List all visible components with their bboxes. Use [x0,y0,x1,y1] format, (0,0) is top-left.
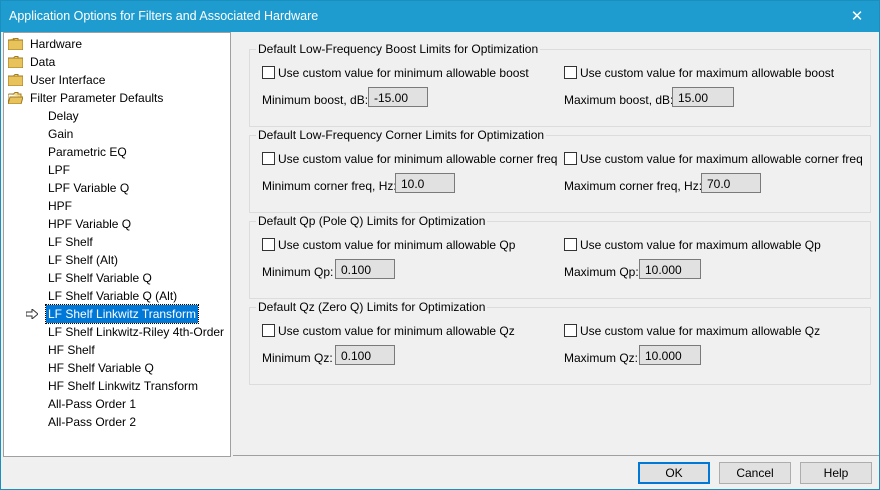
checkbox-label: Use custom value for minimum allowable Q… [278,324,515,338]
tree-folder-label: Data [30,55,56,69]
tree-folder-data[interactable]: Data [8,53,208,71]
min-boost-checkbox[interactable]: Use custom value for minimum allowable b… [262,66,529,80]
qz-limits-group: Default Qz (Zero Q) Limits for Optimizat… [249,300,871,385]
tree-folder-filter-parameter-defaults[interactable]: Filter Parameter Defaults [8,89,218,107]
checkbox-box[interactable] [564,324,577,337]
options-dialog: Application Options for Filters and Asso… [0,0,880,490]
max-qz-checkbox[interactable]: Use custom value for maximum allowable Q… [564,324,820,338]
tree-folder-label: User Interface [30,73,106,87]
tree-item-label: HPF [48,199,72,213]
checkbox-label: Use custom value for minimum allowable c… [278,152,558,166]
group-title: Default Qp (Pole Q) Limits for Optimizat… [256,214,488,228]
checkbox-box[interactable] [262,238,275,251]
tree-folder-user-interface[interactable]: User Interface [8,71,208,89]
folder-icon [8,74,23,86]
max-boost-label: Maximum boost, dB: [564,93,674,107]
max-corner-field[interactable]: 70.0 [701,173,761,193]
min-boost-label: Minimum boost, dB: [262,93,369,107]
tree-item-label: LPF Variable Q [48,181,130,195]
min-qp-checkbox[interactable]: Use custom value for minimum allowable Q… [262,238,515,252]
tree-item-label: HF Shelf Linkwitz Transform [48,379,199,393]
min-qz-field[interactable]: 0.100 [335,345,395,365]
min-qz-label: Minimum Qz: [262,351,333,365]
checkbox-box[interactable] [262,324,275,337]
group-title: Default Qz (Zero Q) Limits for Optimizat… [256,300,488,314]
min-boost-field[interactable]: -15.00 [368,87,428,107]
qp-limits-group: Default Qp (Pole Q) Limits for Optimizat… [249,214,871,299]
tree-folder-label: Hardware [30,37,83,51]
max-boost-field[interactable]: 15.00 [672,87,734,107]
group-title: Default Low-Frequency Boost Limits for O… [256,42,541,56]
tree-item-label: LF Shelf Variable Q [48,271,152,285]
tree-item-label: LF Shelf Linkwitz Transform [44,304,200,324]
tree-item-label: Gain [48,127,74,141]
window-title: Application Options for Filters and Asso… [9,9,319,23]
footer-divider [233,455,879,456]
current-item-arrow-icon [26,309,38,319]
checkbox-box[interactable] [564,66,577,79]
cancel-button[interactable]: Cancel [719,462,791,484]
checkbox-box[interactable] [262,66,275,79]
min-qz-checkbox[interactable]: Use custom value for minimum allowable Q… [262,324,515,338]
max-qp-label: Maximum Qp: [564,265,639,279]
max-boost-checkbox[interactable]: Use custom value for maximum allowable b… [564,66,834,80]
checkbox-box[interactable] [564,238,577,251]
tree-item-label: LF Shelf (Alt) [48,253,119,267]
folder-icon [8,38,23,50]
tree-item-label: LF Shelf [48,235,93,249]
tree-folder-label: Filter Parameter Defaults [30,91,164,105]
max-corner-checkbox[interactable]: Use custom value for maximum allowable c… [564,152,863,166]
checkbox-label: Use custom value for maximum allowable b… [580,66,835,80]
checkbox-box[interactable] [564,152,577,165]
open-folder-icon [8,92,23,104]
min-corner-label: Minimum corner freq, Hz: [262,179,397,193]
close-icon[interactable]: ✕ [835,1,879,32]
tree-item-label: Parametric EQ [48,145,127,159]
boost-limits-group: Default Low-Frequency Boost Limits for O… [249,42,871,127]
title-bar[interactable]: Application Options for Filters and Asso… [1,1,879,32]
max-qz-field[interactable]: 10.000 [639,345,701,365]
tree-item-label: Delay [48,109,79,123]
tree-item-label: LF Shelf Linkwitz-Riley 4th-Order [48,325,225,339]
corner-limits-group: Default Low-Frequency Corner Limits for … [249,128,871,213]
min-qp-field[interactable]: 0.100 [335,259,395,279]
min-qp-label: Minimum Qp: [262,265,334,279]
min-corner-checkbox[interactable]: Use custom value for minimum allowable c… [262,152,557,166]
max-qp-field[interactable]: 10.000 [639,259,701,279]
max-qz-label: Maximum Qz: [564,351,639,365]
checkbox-label: Use custom value for maximum allowable Q… [580,324,821,338]
options-tree[interactable]: Hardware Data User Interface Filter Para… [3,32,231,457]
max-corner-label: Maximum corner freq, Hz: [564,179,703,193]
tree-folder-hardware[interactable]: Hardware [8,35,208,53]
tree-item-label: HF Shelf [48,343,95,357]
max-qp-checkbox[interactable]: Use custom value for maximum allowable Q… [564,238,821,252]
checkbox-label: Use custom value for minimum allowable Q… [278,238,516,252]
tree-item-label: HPF Variable Q [48,217,132,231]
min-corner-field[interactable]: 10.0 [395,173,455,193]
folder-icon [8,56,23,68]
tree-item-label: All-Pass Order 2 [48,415,137,429]
settings-panel: Default Low-Frequency Boost Limits for O… [233,32,879,455]
help-button[interactable]: Help [800,462,872,484]
checkbox-label: Use custom value for maximum allowable c… [580,152,863,166]
tree-item-label: All-Pass Order 1 [48,397,137,411]
group-title: Default Low-Frequency Corner Limits for … [256,128,547,142]
tree-item-label: LF Shelf Variable Q (Alt) [48,289,178,303]
checkbox-label: Use custom value for maximum allowable Q… [580,238,821,252]
tree-item-label: LPF [48,163,71,177]
ok-button[interactable]: OK [638,462,710,484]
tree-item-label: HF Shelf Variable Q [48,361,154,375]
checkbox-label: Use custom value for minimum allowable b… [278,66,529,80]
checkbox-box[interactable] [262,152,275,165]
